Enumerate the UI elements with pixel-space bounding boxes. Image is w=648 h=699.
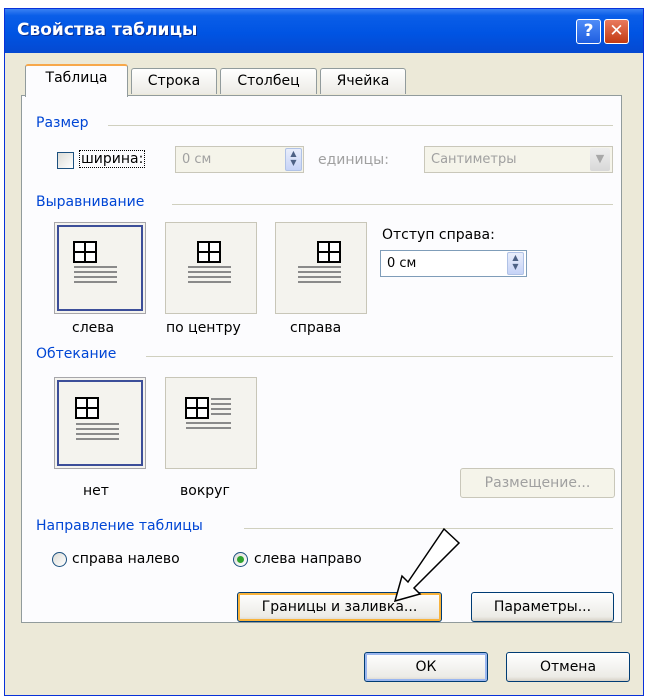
- align-left-tile[interactable]: [54, 222, 146, 314]
- wrap-none-icon: [75, 397, 119, 440]
- wrap-around-tile[interactable]: [165, 377, 257, 469]
- indent-label: Отступ справа:: [382, 227, 495, 243]
- borders-shading-button[interactable]: Границы и заливка...: [237, 592, 442, 622]
- indent-value: 0 см: [387, 256, 417, 271]
- tab-table[interactable]: Таблица: [25, 64, 128, 97]
- ok-button-label: ОК: [415, 659, 437, 675]
- wrap-none-label: нет: [83, 483, 109, 499]
- title-bar[interactable]: Свойства таблицы ? ✕: [5, 9, 643, 53]
- radio-ltr-label: слева направо: [254, 551, 362, 567]
- radio-ltr[interactable]: [233, 552, 248, 567]
- tab-cell-label: Ячейка: [336, 73, 390, 89]
- align-center-tile[interactable]: [165, 222, 257, 314]
- align-right-icon: [298, 241, 341, 283]
- group-alignment: Выравнивание: [36, 194, 145, 210]
- position-button-label: Размещение...: [484, 475, 591, 491]
- align-left-label: слева: [72, 320, 115, 336]
- options-button-label: Параметры...: [493, 599, 592, 615]
- dialog-title: Свойства таблицы: [17, 20, 198, 40]
- width-checkbox[interactable]: [57, 152, 74, 169]
- tab-cell[interactable]: Ячейка: [320, 68, 406, 94]
- group-wrapping: Обтекание: [36, 346, 117, 362]
- wrap-none-tile[interactable]: [54, 377, 146, 469]
- group-wrapping-divider: [146, 356, 613, 357]
- borders-shading-label: Границы и заливка...: [261, 599, 418, 615]
- wrap-around-icon: [185, 397, 231, 429]
- align-center-label: по центру: [166, 320, 241, 336]
- wrap-around-label: вокруг: [180, 483, 230, 499]
- chevron-down-icon[interactable]: ▼: [590, 148, 610, 171]
- radio-rtl[interactable]: [52, 552, 67, 567]
- tab-row[interactable]: Строка: [131, 68, 217, 94]
- align-right-tile[interactable]: [275, 222, 367, 314]
- group-size: Размер: [36, 115, 89, 131]
- width-spinner[interactable]: ▲ ▼: [285, 148, 302, 171]
- indent-input[interactable]: 0 см: [380, 250, 527, 277]
- tab-column[interactable]: Столбец: [220, 68, 317, 94]
- width-label: ширина:: [78, 150, 146, 168]
- align-left-icon: [73, 241, 117, 283]
- align-right-label: справа: [290, 320, 342, 336]
- group-direction-divider: [244, 528, 613, 529]
- close-button[interactable]: ✕: [604, 19, 629, 44]
- ok-button[interactable]: ОК: [364, 652, 488, 682]
- group-size-divider: [108, 125, 613, 126]
- indent-spinner[interactable]: ▲ ▼: [507, 252, 524, 275]
- help-button[interactable]: ?: [576, 19, 601, 44]
- tab-column-label: Столбец: [237, 73, 300, 89]
- options-button[interactable]: Параметры...: [471, 592, 614, 622]
- tab-table-label: Таблица: [45, 70, 108, 86]
- cancel-button[interactable]: Отмена: [506, 652, 630, 682]
- align-center-icon: [188, 241, 231, 283]
- tab-row-label: Строка: [147, 73, 201, 89]
- units-value: Сантиметры: [431, 152, 517, 167]
- units-label: единицы:: [318, 152, 389, 168]
- group-direction: Направление таблицы: [36, 518, 203, 534]
- position-button[interactable]: Размещение...: [460, 468, 615, 498]
- cancel-button-label: Отмена: [539, 659, 597, 675]
- units-select[interactable]: Сантиметры: [424, 146, 613, 173]
- width-value: 0 см: [182, 152, 212, 167]
- group-alignment-divider: [172, 204, 613, 205]
- radio-rtl-label: справа налево: [72, 551, 180, 567]
